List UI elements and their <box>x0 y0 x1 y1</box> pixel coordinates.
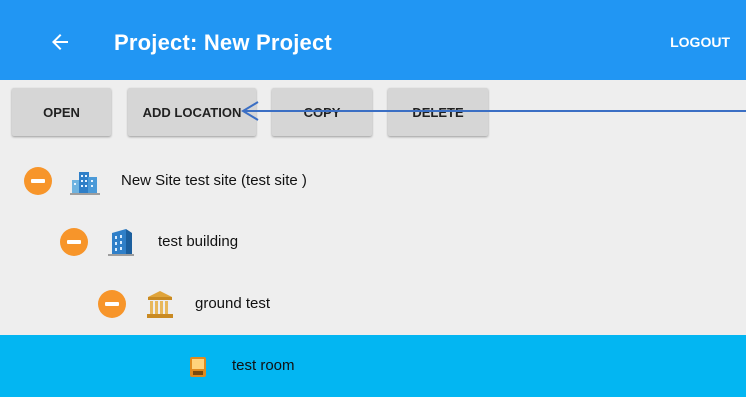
back-button[interactable] <box>38 20 82 64</box>
page-title: Project: New Project <box>114 30 332 55</box>
app-bar: Project: New Project LOGOUT <box>0 0 746 80</box>
collapse-icon[interactable] <box>24 167 52 195</box>
tree-node-room[interactable]: test room <box>0 335 746 397</box>
logout-button[interactable]: LOGOUT <box>670 34 730 50</box>
building-icon <box>108 229 134 256</box>
room-icon <box>190 357 206 377</box>
open-button[interactable]: OPEN <box>12 88 111 136</box>
add-location-button[interactable]: ADD LOCATION <box>128 88 256 136</box>
arrow-back-icon <box>52 34 68 50</box>
tree-node-site[interactable]: New Site test site (test site ) <box>0 150 746 212</box>
tree-node-label: New Site test site (test site ) <box>121 172 307 189</box>
collapse-icon[interactable] <box>98 290 126 318</box>
collapse-icon[interactable] <box>60 228 88 256</box>
action-toolbar: OPEN ADD LOCATION COPY DELETE <box>0 80 746 146</box>
site-buildings-icon <box>70 172 100 195</box>
copy-button[interactable]: COPY <box>272 88 372 136</box>
tree-node-label: test building <box>158 233 239 250</box>
tree-node-building[interactable]: test building <box>0 211 746 273</box>
tree-node-floor[interactable]: ground test <box>0 273 746 335</box>
app-screen: Project: New Project LOGOUT OPEN ADD LOC… <box>0 0 746 397</box>
floor-columns-icon <box>147 291 173 318</box>
tree-node-label: test room <box>232 357 295 374</box>
delete-button[interactable]: DELETE <box>388 88 488 136</box>
tree-node-label: ground test <box>195 295 271 312</box>
